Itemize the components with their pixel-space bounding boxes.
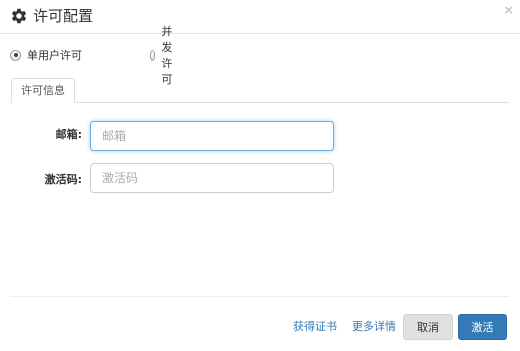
email-label: 邮箱: [55,128,82,141]
radio-button-checked[interactable] [10,49,21,61]
more-details-link[interactable]: 更多详情 [352,320,396,334]
tab-bar: 许可信息 [10,78,509,103]
dialog-title: 许可配置 [33,7,94,25]
activate-button[interactable]: 激活 [458,314,507,340]
activation-code-label: 激活码: [44,173,82,186]
radio-button-unchecked[interactable] [150,49,156,61]
footer-divider [10,296,509,297]
gear-icon [11,8,27,24]
tab-license-info[interactable]: 许可信息 [11,78,75,103]
email-field[interactable] [90,121,334,151]
close-icon[interactable]: × [504,2,513,20]
license-type-group: 单用户许可 并发许可 [10,25,172,86]
radio-single-user[interactable]: 单用户许可 [10,47,82,63]
activation-code-field[interactable] [90,163,334,193]
dialog-header: 许可配置 × [0,0,520,34]
cancel-button[interactable]: 取消 [403,314,453,340]
get-certificate-link[interactable]: 获得证书 [293,320,337,334]
radio-label-single-user: 单用户许可 [27,49,82,62]
radio-concurrent[interactable]: 并发许可 [150,25,178,86]
